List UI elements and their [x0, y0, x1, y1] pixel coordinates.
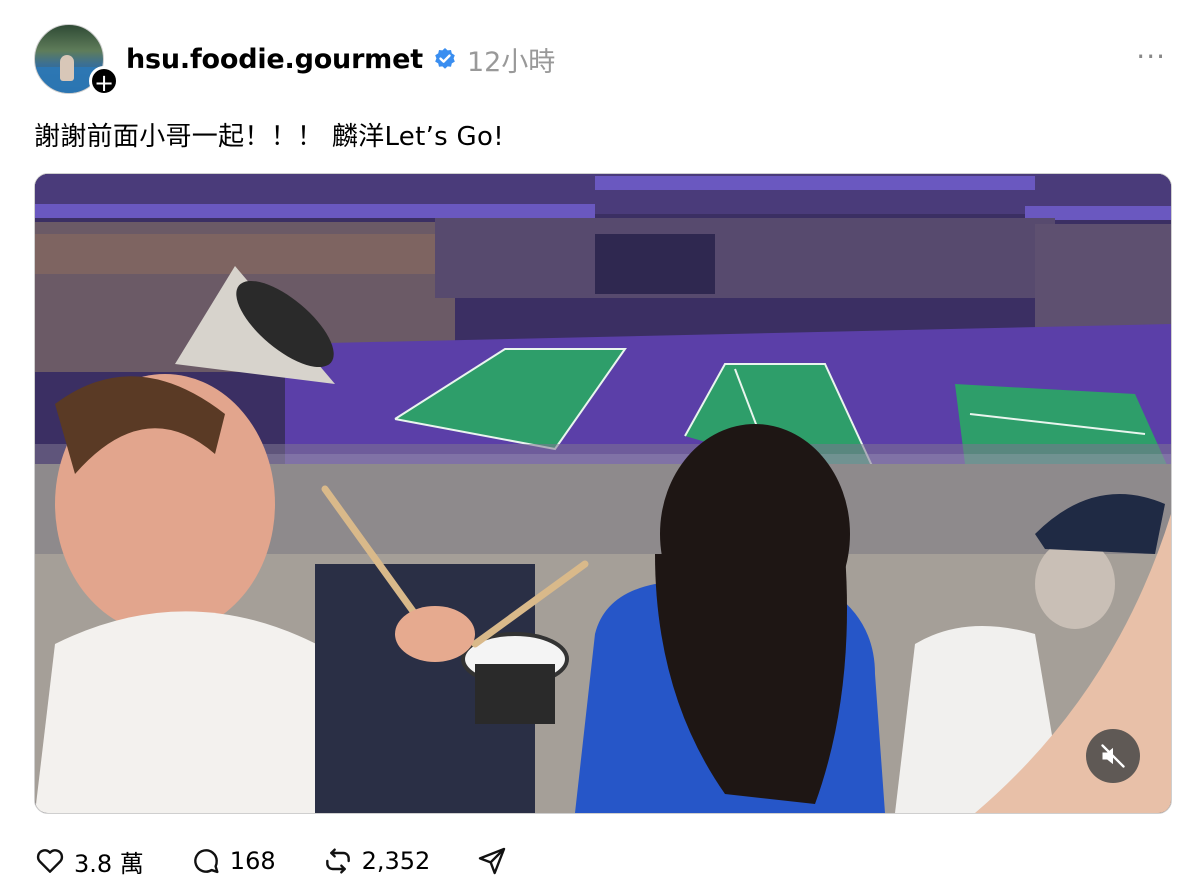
avatar[interactable]: + — [34, 24, 119, 97]
verified-badge-icon — [435, 48, 455, 69]
username[interactable]: hsu.foodie.gourmet — [126, 44, 423, 75]
post-time[interactable]: 12小時 — [467, 40, 555, 79]
send-icon — [479, 847, 506, 875]
post-header: hsu.foodie.gourmet 12小時 — [126, 40, 555, 78]
post-actions: 3.8 萬 168 2,352 — [34, 840, 554, 882]
share-button[interactable] — [476, 845, 508, 877]
like-count: 3.8 萬 — [74, 849, 144, 878]
heart-icon — [36, 849, 64, 873]
reply-count: 168 — [229, 847, 276, 875]
repost-icon — [325, 848, 350, 874]
repost-count: 2,352 — [361, 847, 431, 875]
avatar-person — [60, 55, 74, 81]
follow-plus-icon[interactable]: + — [89, 66, 119, 97]
more-options-button[interactable]: ··· — [1136, 40, 1166, 73]
video-frame — [35, 174, 1171, 813]
like-button[interactable]: 3.8 萬 — [34, 844, 144, 879]
post-video[interactable] — [34, 173, 1172, 814]
repost-button[interactable]: 2,352 — [322, 845, 431, 877]
speaker-muted-icon — [1101, 744, 1125, 768]
post-caption: 謝謝前面小哥一起！！！ 麟洋Let’s Go! — [34, 122, 504, 152]
comment-bubble-icon — [194, 849, 219, 874]
mute-button[interactable] — [1086, 729, 1140, 783]
reply-button[interactable]: 168 — [190, 845, 276, 877]
